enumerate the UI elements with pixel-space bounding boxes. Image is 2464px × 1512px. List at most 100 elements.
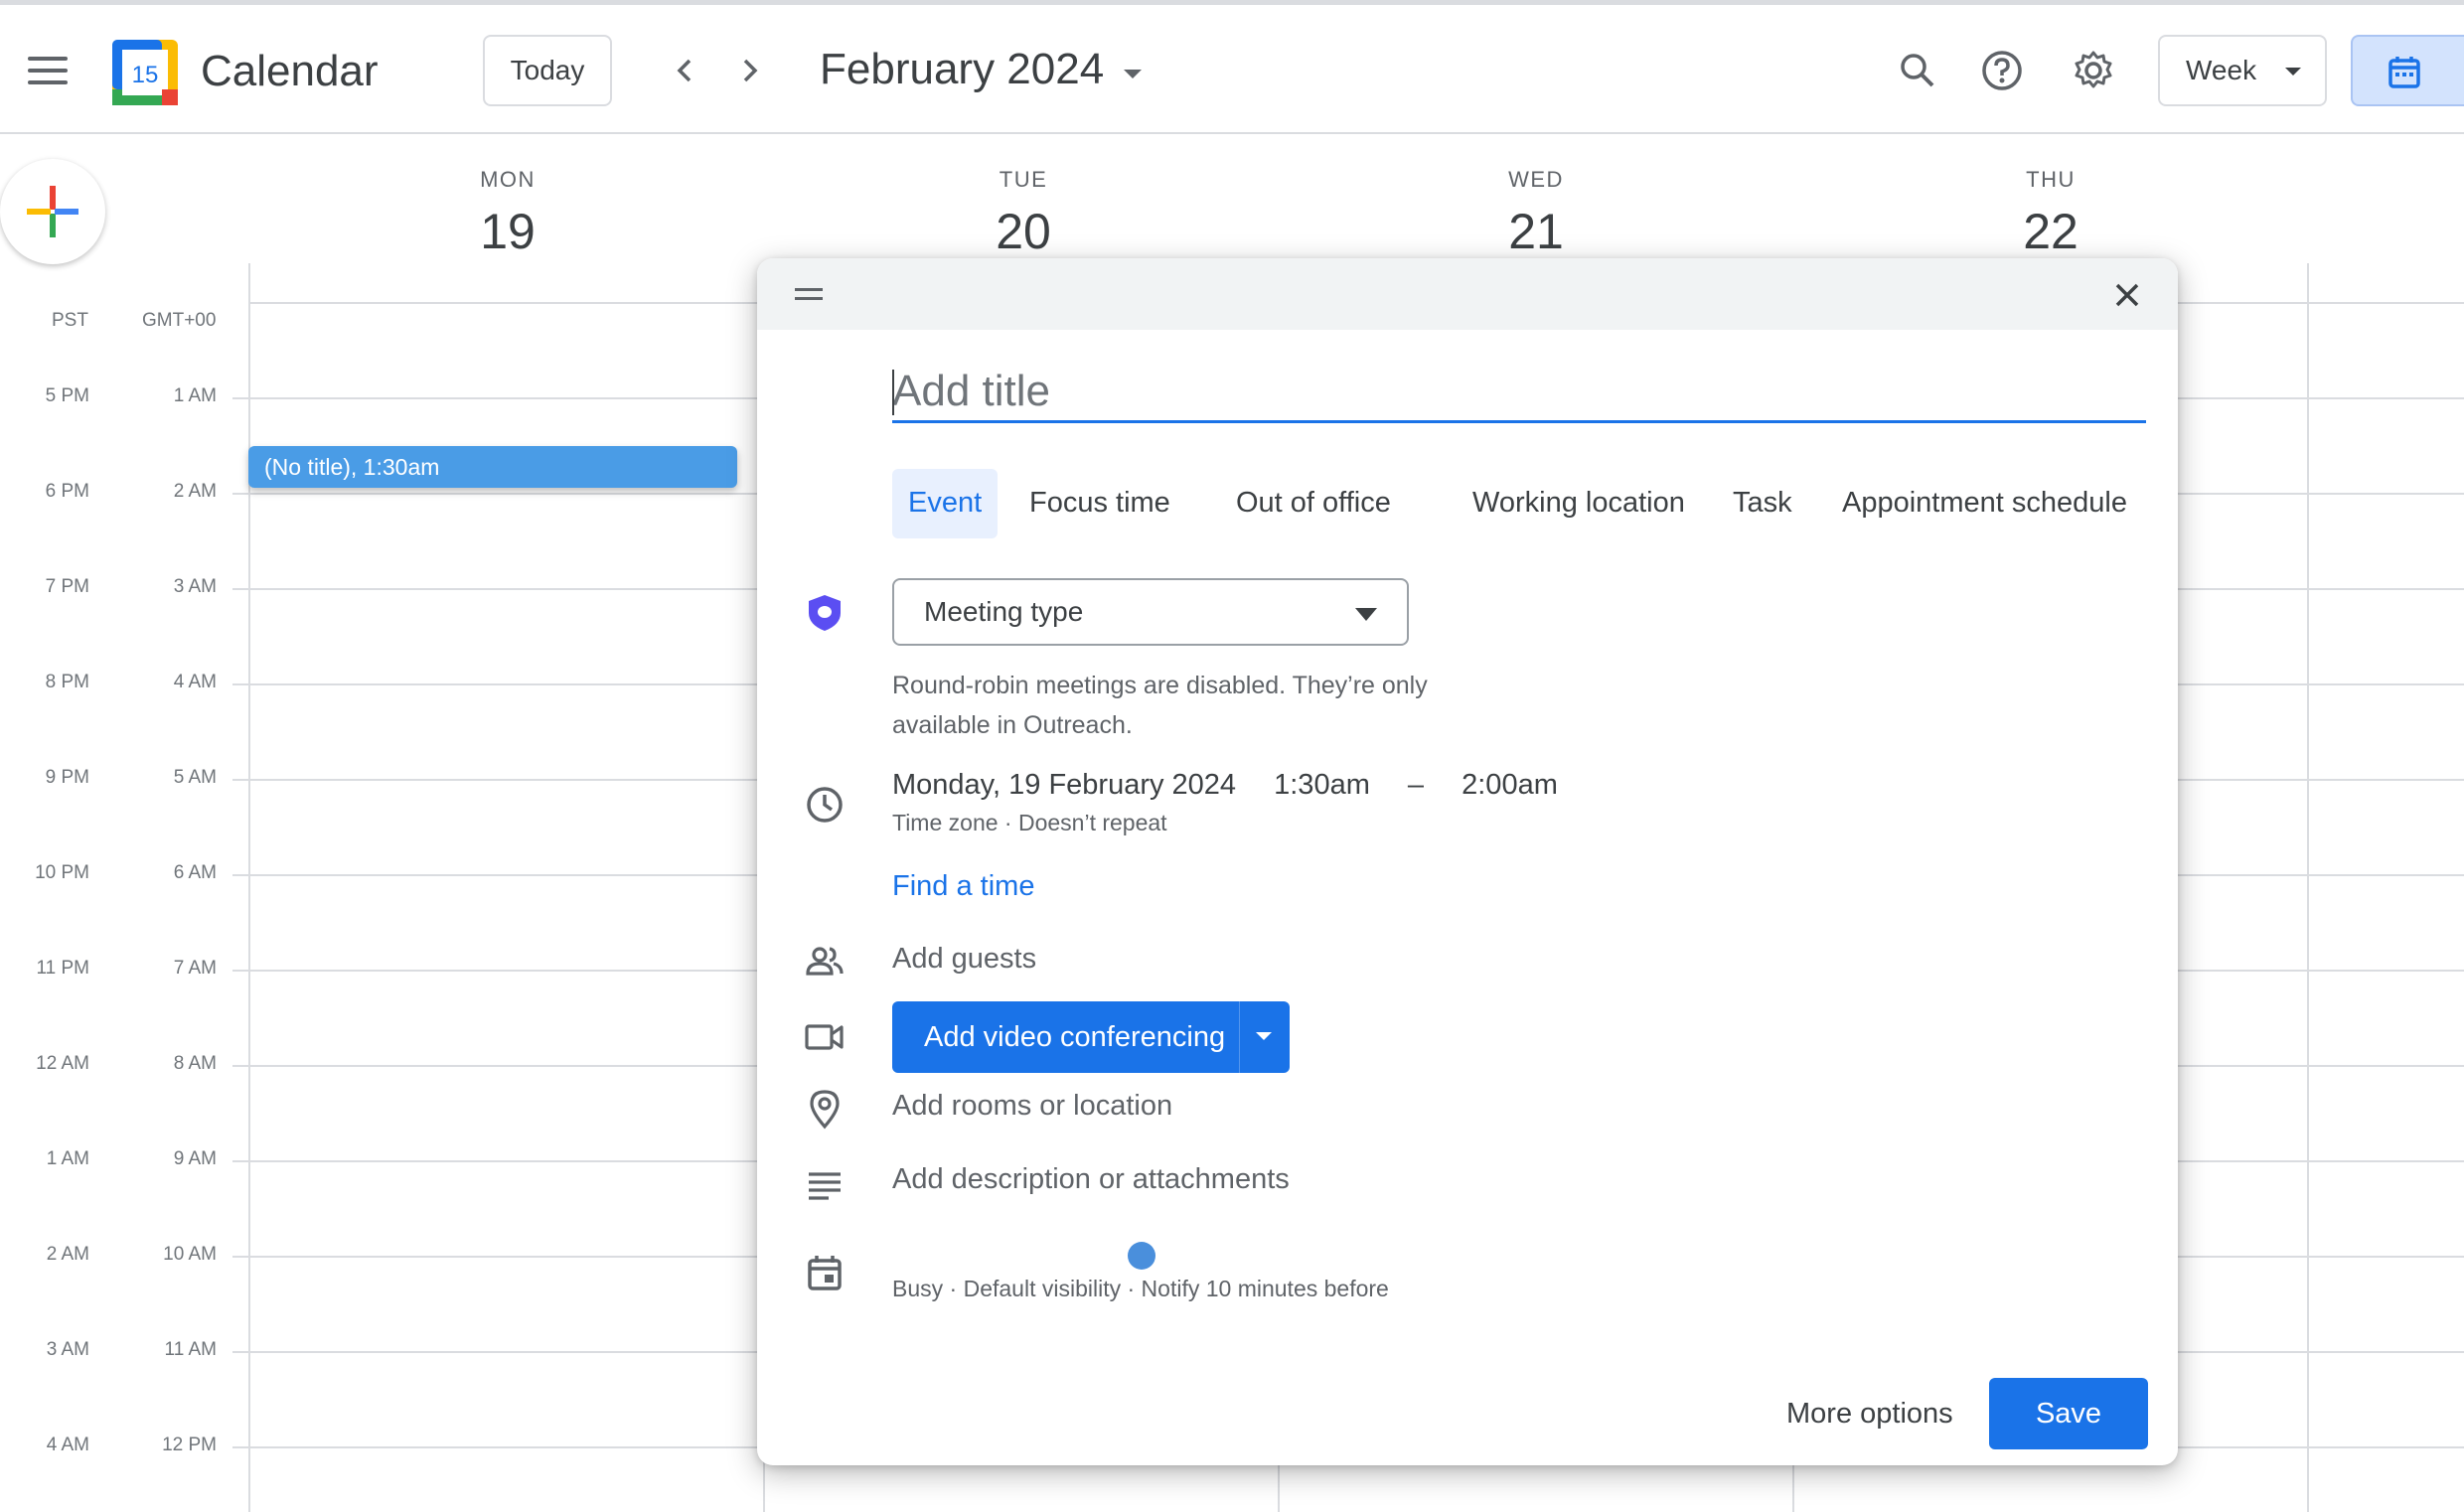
app-title: Calendar [201, 47, 379, 95]
event-date[interactable]: Monday, 19 February 2024 [892, 769, 1236, 801]
month-dropdown-icon[interactable] [1124, 70, 1142, 78]
video-icon [803, 1015, 847, 1059]
meeting-type-value: Meeting type [924, 596, 1084, 627]
drag-handle-icon[interactable] [795, 288, 823, 300]
time-label-secondary: 4 AM [173, 672, 217, 692]
svg-text:15: 15 [132, 62, 159, 88]
round-robin-note: Round-robin meetings are disabled. They’… [892, 672, 1428, 739]
event-status-row[interactable]: Busy · Default visibility · Notify 10 mi… [892, 1276, 1389, 1302]
chevron-down-icon[interactable] [1256, 1032, 1272, 1040]
gear-icon[interactable] [2072, 49, 2115, 92]
visibility-status[interactable]: Default visibility [964, 1276, 1122, 1301]
time-label-secondary: 10 AM [163, 1244, 217, 1265]
time-dash: – [1407, 769, 1425, 801]
time-label-primary: 2 AM [46, 1244, 89, 1265]
day-name: THU [2026, 167, 2076, 192]
time-label-primary: 1 AM [46, 1148, 89, 1169]
button-divider [1239, 1001, 1240, 1073]
text-cursor [892, 370, 894, 415]
time-label-secondary: 1 AM [173, 385, 217, 406]
tab-out-of-office[interactable]: Out of office [1220, 469, 1407, 538]
time-label-primary: 10 PM [35, 862, 89, 883]
timezone-secondary: GMT+00 [142, 310, 217, 331]
find-a-time-link[interactable]: Find a time [892, 870, 1034, 903]
time-label-primary: 3 AM [46, 1339, 89, 1360]
month-title[interactable]: February 2024 [820, 45, 1104, 94]
time-label-secondary: 12 PM [162, 1435, 217, 1455]
location-pin-icon [803, 1087, 847, 1131]
timezone-repeat-row: Time zone · Doesn’t repeat [892, 810, 1167, 835]
time-label-secondary: 2 AM [173, 481, 217, 502]
time-label-secondary: 3 AM [173, 576, 217, 597]
video-conferencing-label: Add video conferencing [924, 1020, 1226, 1053]
chevron-right-icon[interactable] [729, 51, 769, 90]
more-options-button[interactable]: More options [1771, 1378, 1969, 1449]
time-label-secondary: 8 AM [173, 1053, 217, 1074]
tab-focus-time[interactable]: Focus time [1013, 469, 1186, 538]
time-label-secondary: 11 AM [164, 1339, 217, 1360]
chevron-down-icon [1355, 608, 1377, 621]
search-icon[interactable] [1896, 49, 1939, 92]
time-label-primary: 6 PM [45, 481, 89, 502]
today-button[interactable]: Today [483, 35, 612, 106]
calendar-event-icon [803, 1252, 847, 1295]
time-label-secondary: 5 AM [173, 767, 217, 788]
cursor-indicator [1128, 1242, 1155, 1270]
view-selector-button[interactable]: Week [2158, 35, 2327, 106]
chevron-left-icon[interactable] [666, 51, 705, 90]
day-name: TUE [999, 167, 1048, 192]
day-header-mon[interactable]: MON 19 [408, 167, 607, 260]
day-column-line [2307, 263, 2309, 1512]
repeat-link[interactable]: Doesn’t repeat [1018, 810, 1167, 835]
add-location-field[interactable]: Add rooms or location [892, 1090, 1172, 1123]
day-header-wed[interactable]: WED 21 [1437, 167, 1635, 260]
time-label-secondary: 6 AM [173, 862, 217, 883]
title-input[interactable] [892, 366, 2146, 423]
save-button[interactable]: Save [1989, 1378, 2148, 1449]
day-number[interactable]: 20 [924, 203, 1123, 260]
start-time[interactable]: 1:30am [1274, 769, 1370, 801]
event-chip[interactable]: (No title), 1:30am [248, 446, 737, 488]
help-icon[interactable] [1980, 49, 2024, 92]
day-header-thu[interactable]: THU 22 [1951, 167, 2150, 260]
calendar-view-toggle[interactable] [2351, 35, 2464, 106]
quick-event-dialog: Event Focus time Out of office Working l… [757, 258, 2178, 1465]
close-icon[interactable] [2107, 275, 2147, 315]
create-button[interactable] [0, 159, 105, 264]
view-label: Week [2186, 55, 2257, 85]
time-label-primary: 11 PM [36, 958, 89, 979]
menu-icon[interactable] [28, 57, 68, 84]
time-label-secondary: 9 AM [173, 1148, 217, 1169]
tab-working-location[interactable]: Working location [1457, 469, 1701, 538]
notification-status[interactable]: Notify 10 minutes before [1142, 1276, 1389, 1301]
time-label-primary: 5 PM [45, 385, 89, 406]
busy-status[interactable]: Busy [892, 1276, 943, 1301]
timezone-link[interactable]: Time zone [892, 810, 999, 835]
dialog-header[interactable] [757, 258, 2178, 330]
calendar-view-icon [2388, 57, 2420, 88]
tab-appointment-schedule[interactable]: Appointment schedule [1826, 469, 2143, 538]
calendar-logo-icon: 15 [112, 40, 178, 105]
clock-icon [803, 783, 847, 827]
outreach-shield-icon [803, 591, 847, 635]
people-icon [803, 940, 847, 983]
day-number[interactable]: 21 [1437, 203, 1635, 260]
day-number[interactable]: 19 [408, 203, 607, 260]
day-header-tue[interactable]: TUE 20 [924, 167, 1123, 260]
day-name: MON [480, 167, 536, 192]
time-label-primary: 4 AM [46, 1435, 89, 1455]
tab-event[interactable]: Event [892, 469, 999, 538]
add-video-conferencing-button[interactable]: Add video conferencing [892, 1001, 1290, 1073]
time-label-primary: 7 PM [45, 576, 89, 597]
end-time[interactable]: 2:00am [1462, 769, 1558, 801]
time-label-primary: 8 PM [45, 672, 89, 692]
tab-task[interactable]: Task [1717, 469, 1808, 538]
chevron-down-icon [2285, 68, 2301, 76]
add-description-field[interactable]: Add description or attachments [892, 1163, 1290, 1196]
notes-icon [803, 1162, 847, 1206]
time-label-primary: 9 PM [45, 767, 89, 788]
timezone-primary: PST [52, 310, 88, 331]
add-guests-field[interactable]: Add guests [892, 943, 1036, 976]
day-number[interactable]: 22 [1951, 203, 2150, 260]
meeting-type-select[interactable]: Meeting type [892, 578, 1409, 646]
